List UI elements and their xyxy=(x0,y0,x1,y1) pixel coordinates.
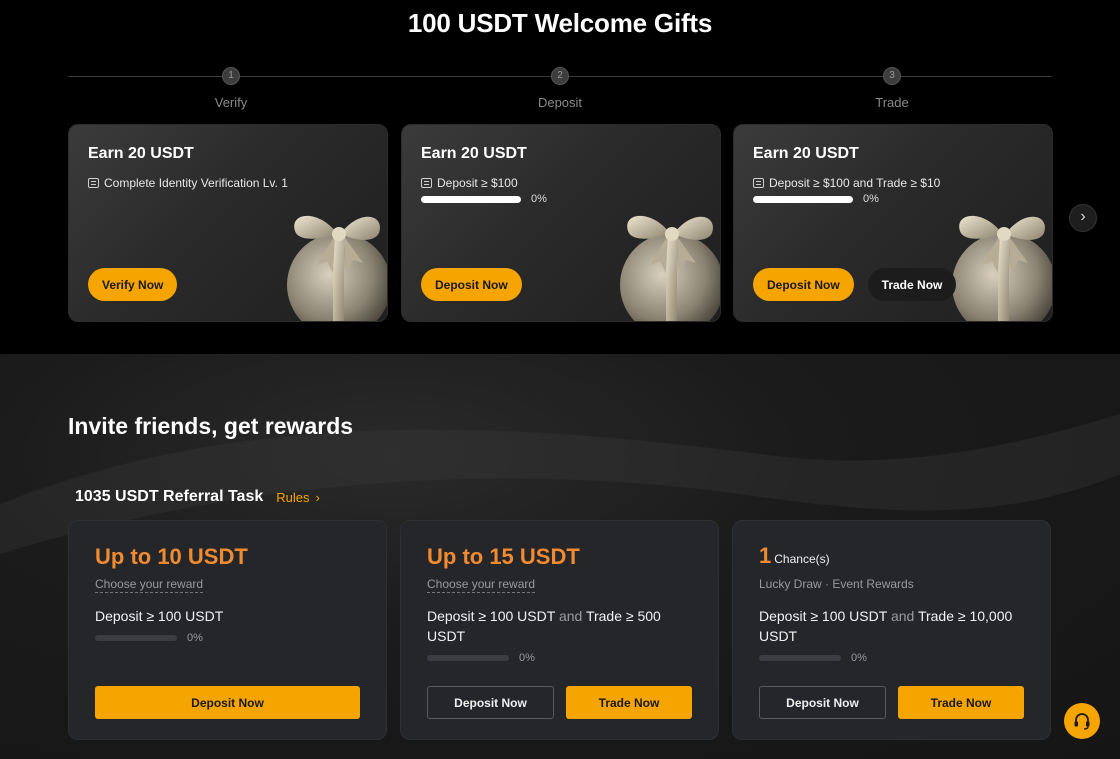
reward-condition: Deposit ≥ 100 USDT and Trade ≥ 500 USDT xyxy=(427,606,697,646)
support-button[interactable] xyxy=(1064,703,1100,739)
gift-ornament-icon xyxy=(952,215,1052,321)
progress-bar xyxy=(95,635,177,641)
step-verify: 1 Verify xyxy=(151,67,311,110)
chance-count: 1 Chance(s) xyxy=(759,543,830,569)
task-progress: 0% xyxy=(95,632,203,644)
task-progress: 0% xyxy=(421,193,547,205)
progress-bar xyxy=(753,195,853,203)
deposit-now-button[interactable]: Deposit Now xyxy=(421,268,522,301)
deposit-now-button[interactable]: Deposit Now xyxy=(759,686,886,719)
chance-label: Chance(s) xyxy=(774,552,830,566)
progress-percent: 0% xyxy=(187,632,203,644)
chevron-right-icon: › xyxy=(315,489,320,505)
reward-amount: Up to 15 USDT xyxy=(427,544,580,569)
earn-amount: Earn 20 USDT xyxy=(88,145,194,162)
condition-and: and xyxy=(890,608,915,624)
earn-amount: Earn 20 USDT xyxy=(753,145,859,162)
step-deposit: 2 Deposit xyxy=(480,67,640,110)
welcome-gifts-section: 100 USDT Welcome Gifts 1 Verify 2 Deposi… xyxy=(0,0,1120,354)
lucky-draw-label: Lucky Draw · Event Rewards xyxy=(759,577,914,591)
deposit-now-button[interactable]: Deposit Now xyxy=(427,686,554,719)
referral-card-lucky-draw: 1 Chance(s) Lucky Draw · Event Rewards D… xyxy=(732,520,1051,740)
step-number: 2 xyxy=(551,67,569,85)
gift-card-verify: Earn 20 USDT Complete Identity Verificat… xyxy=(68,124,388,322)
step-label: Deposit xyxy=(537,95,583,110)
gift-ornament-icon xyxy=(620,215,720,321)
choose-reward-link[interactable]: Choose your reward xyxy=(95,577,204,593)
referral-card-15: Up to 15 USDT Choose your reward Deposit… xyxy=(400,520,719,740)
step-number: 3 xyxy=(883,67,901,85)
task-list-icon xyxy=(88,178,99,188)
step-number: 1 xyxy=(222,67,240,85)
chance-number: 1 xyxy=(759,543,772,568)
condition-deposit: Deposit ≥ 100 USDT xyxy=(759,608,888,624)
progress-bar xyxy=(759,655,841,661)
condition-deposit: Deposit ≥ 100 USDT xyxy=(427,608,556,624)
step-label: Verify xyxy=(214,95,248,110)
condition-and: and xyxy=(558,608,583,624)
task-text: Complete Identity Verification Lv. 1 xyxy=(104,176,288,190)
reward-condition: Deposit ≥ 100 USDT xyxy=(95,608,224,624)
task-text: Deposit ≥ $100 xyxy=(437,176,518,190)
task-progress: 0% xyxy=(753,193,879,205)
progress-percent: 0% xyxy=(519,652,535,664)
task-text: Deposit ≥ $100 and Trade ≥ $10 xyxy=(769,176,941,190)
progress-bar xyxy=(427,655,509,661)
deposit-now-button[interactable]: Deposit Now xyxy=(753,268,854,301)
invite-section: Invite friends, get rewards 1035 USDT Re… xyxy=(0,354,1120,759)
invite-title: Invite friends, get rewards xyxy=(68,413,354,439)
progress-bar xyxy=(421,195,521,203)
progress-percent: 0% xyxy=(851,652,867,664)
trade-now-button[interactable]: Trade Now xyxy=(566,686,692,719)
task-description: Complete Identity Verification Lv. 1 xyxy=(88,176,288,190)
deposit-now-button[interactable]: Deposit Now xyxy=(95,686,360,719)
headset-icon xyxy=(1074,713,1090,730)
choose-reward-link[interactable]: Choose your reward xyxy=(427,577,536,593)
trade-now-button[interactable]: Trade Now xyxy=(867,268,957,301)
rules-link[interactable]: Rules › xyxy=(276,490,320,505)
step-trade: 3 Trade xyxy=(812,67,972,110)
reward-amount: Up to 10 USDT xyxy=(95,544,248,569)
trade-now-button[interactable]: Trade Now xyxy=(898,686,1024,719)
task-list-icon xyxy=(753,178,764,188)
progress-percent: 0% xyxy=(531,193,547,205)
referral-card-10: Up to 10 USDT Choose your reward Deposit… xyxy=(68,520,387,740)
gift-ornament-icon xyxy=(287,215,387,321)
task-description: Deposit ≥ $100 xyxy=(421,176,518,190)
gift-card-deposit: Earn 20 USDT Deposit ≥ $100 0% Deposit N… xyxy=(401,124,721,322)
step-label: Trade xyxy=(875,95,909,110)
page-title: 100 USDT Welcome Gifts xyxy=(407,8,713,38)
referral-task-title: 1035 USDT Referral Task xyxy=(75,488,264,505)
gift-card-trade: Earn 20 USDT Deposit ≥ $100 and Trade ≥ … xyxy=(733,124,1053,322)
reward-condition: Deposit ≥ 100 USDT and Trade ≥ 10,000 US… xyxy=(759,606,1029,646)
verify-now-button[interactable]: Verify Now xyxy=(88,268,178,301)
chevron-right-icon[interactable]: › xyxy=(1069,204,1097,232)
rules-label: Rules xyxy=(276,489,310,505)
task-progress: 0% xyxy=(427,652,535,664)
task-description: Deposit ≥ $100 and Trade ≥ $10 xyxy=(753,176,940,190)
progress-percent: 0% xyxy=(863,193,879,205)
earn-amount: Earn 20 USDT xyxy=(421,145,527,162)
task-list-icon xyxy=(421,178,432,188)
task-progress: 0% xyxy=(759,652,867,664)
referral-task-header: 1035 USDT Referral Task Rules › xyxy=(75,488,320,506)
